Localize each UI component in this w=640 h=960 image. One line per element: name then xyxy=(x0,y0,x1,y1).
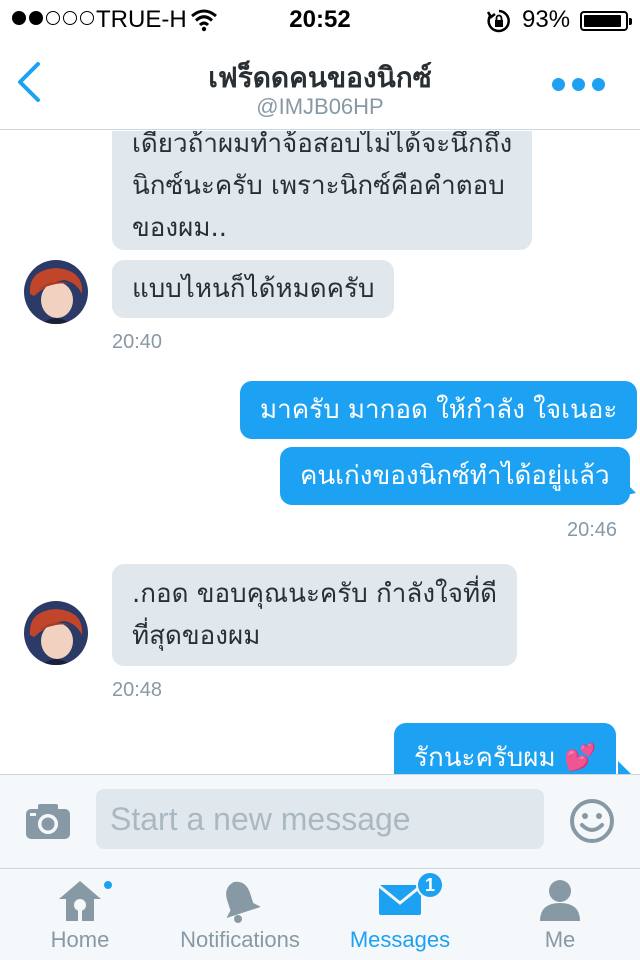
message-text: มาครับ มากอด ให้กำลัง ใจเนอะ xyxy=(260,395,618,425)
rotation-lock-icon xyxy=(486,8,512,40)
message-bubble-incoming[interactable]: .กอด ขอบคุณนะครับ กำลังใจที่ดี ที่สุดของ… xyxy=(112,564,517,666)
bubble-tail xyxy=(618,475,636,497)
more-dots-icon xyxy=(552,78,565,91)
tab-label: Notifications xyxy=(180,927,300,952)
message-timestamp: 20:48 xyxy=(112,679,163,701)
message-list[interactable]: เดียวถ้าผมทำจ้อสอบไม่ได้จะนึกถึง นิกซ์นะ… xyxy=(0,131,640,774)
battery-icon xyxy=(580,11,632,31)
tab-bar: Home Notifications 1 Messages Me xyxy=(0,868,640,960)
battery-percent: 93% xyxy=(522,6,571,33)
message-text: รักนะครับผม xyxy=(414,743,556,773)
message-timestamp: 20:40 xyxy=(112,331,163,353)
message-text: คนเก่งของนิกซ์ทำได้อยู่แล้ว xyxy=(300,461,610,491)
emoji-button[interactable] xyxy=(568,797,616,849)
bell-icon xyxy=(218,877,262,927)
conversation-handle: @IMJB06HP xyxy=(256,94,384,119)
message-bubble-outgoing[interactable]: รักนะครับผม 💕 xyxy=(394,723,617,774)
new-activity-dot xyxy=(102,879,114,891)
message-input[interactable] xyxy=(96,789,544,849)
home-icon xyxy=(55,877,105,927)
status-bar: TRUE-H 20:52 93% xyxy=(0,0,640,40)
bubble-tail xyxy=(618,761,631,774)
message-text: แบบไหนก็ได้หมดครับ xyxy=(132,274,375,304)
tab-label: Messages xyxy=(349,927,451,952)
message-line: .กอด ขอบคุณนะครับ กำลังใจที่ดี xyxy=(132,579,497,609)
unread-messages-badge: 1 xyxy=(416,871,444,899)
tab-home[interactable]: Home xyxy=(0,869,160,960)
message-bubble-incoming[interactable]: แบบไหนก็ได้หมดครับ xyxy=(112,260,395,318)
message-bubble-outgoing[interactable]: มาครับ มากอด ให้กำลัง ใจเนอะ xyxy=(240,381,638,439)
tab-label: Home xyxy=(50,927,110,952)
tab-me[interactable]: Me xyxy=(480,869,640,960)
person-icon xyxy=(538,877,582,927)
camera-icon xyxy=(26,804,70,839)
message-line: ของผม.. xyxy=(132,213,227,243)
tab-messages[interactable]: 1 Messages xyxy=(320,869,480,960)
smiley-icon xyxy=(570,799,614,843)
message-line: เดียวถ้าผมทำจ้อสอบไม่ได้จะนึกถึง xyxy=(132,131,513,159)
avatar[interactable] xyxy=(24,601,88,665)
more-options-button[interactable] xyxy=(552,78,605,91)
tab-notifications[interactable]: Notifications xyxy=(160,869,320,960)
message-composer xyxy=(0,774,640,868)
message-line: ที่สุดของผม xyxy=(132,621,261,651)
conversation-header: เฟร็ดดคนของนิกซ์ @IMJB06HP xyxy=(0,40,640,130)
camera-button[interactable] xyxy=(24,801,72,845)
signal-strength-icon xyxy=(12,11,94,25)
avatar[interactable] xyxy=(24,260,88,324)
tab-label: Me xyxy=(544,927,576,952)
carrier-name: TRUE-H xyxy=(96,6,187,33)
message-line: นิกซ์นะครับ เพราะนิกซ์คือคำตอบ xyxy=(132,171,505,201)
message-bubble-incoming[interactable]: เดียวถ้าผมทำจ้อสอบไม่ได้จะนึกถึง นิกซ์นะ… xyxy=(112,131,533,250)
two-hearts-emoji: 💕 xyxy=(563,743,597,773)
message-bubble-outgoing[interactable]: คนเก่งของนิกซ์ทำได้อยู่แล้ว xyxy=(280,447,630,505)
message-timestamp: 20:46 xyxy=(567,519,618,541)
wifi-icon xyxy=(190,8,218,38)
